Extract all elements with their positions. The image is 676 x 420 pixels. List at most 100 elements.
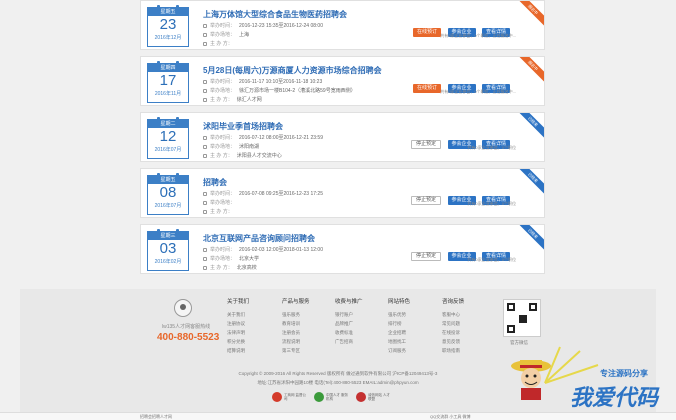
location-icon <box>203 256 207 261</box>
trust-badge[interactable]: 中国人才 服务机构 <box>314 391 350 403</box>
calendar-date-icon: 星期五 23 2016年12月 <box>147 5 189 47</box>
fair-day: 03 <box>159 240 177 257</box>
fair-title-link[interactable]: 5月28日(每周六)万源商厦人力资源市场综合招聘会 <box>203 65 382 76</box>
fair-venue-row: 举办场地： <box>203 199 239 206</box>
fair-organizer: 徐汇人才网 <box>236 97 262 103</box>
fair-organizer-row: 主 办 方： 徐汇人才网 <box>203 96 262 103</box>
calendar-date-icon: 星期三 03 2016年02月 <box>147 229 189 271</box>
footer-link[interactable]: 注册协议 <box>227 319 249 328</box>
footer-column: 关于我们 关于我们 注册协议 法律声明 积分兑换 结算说明 <box>227 297 249 355</box>
time-label: 举办时间： <box>210 135 236 141</box>
fair-time: 2016-12-23 15:35至2016-12-24 08:00 <box>239 23 323 29</box>
footer-link[interactable]: 银行账户 <box>335 310 363 319</box>
fair-day: 23 <box>159 16 177 33</box>
bottom-bar-right[interactable]: QQ交流群 小工具 微博 <box>430 414 470 420</box>
fair-summary: 共有0家企业参会，0个职位 <box>467 201 516 206</box>
footer-link[interactable]: 关于我们 <box>227 310 249 319</box>
clock-icon <box>203 135 207 140</box>
time-label: 举办时间： <box>210 23 236 29</box>
trust-badge[interactable]: 工商网 监督公司 <box>272 391 308 403</box>
clock-icon <box>203 23 207 28</box>
trust-badge[interactable]: 诚信网站 人才联盟 <box>356 391 392 403</box>
organizer-icon <box>203 41 207 46</box>
clock-icon <box>203 79 207 84</box>
book-button[interactable]: 停止预定 <box>411 252 442 261</box>
footer-link[interactable]: 排行榜 <box>388 319 410 328</box>
footer-link[interactable]: 结算说明 <box>227 346 249 355</box>
fair-title-link[interactable]: 沭阳毕业季首场招聘会 <box>203 121 283 132</box>
hotline-number[interactable]: 400-880-5523 <box>157 332 219 343</box>
footer-link[interactable]: 意见反馈 <box>442 337 464 346</box>
fair-title-link[interactable]: 招聘会 <box>203 177 227 188</box>
fair-venue-row: 举办场地： 沭阳南湖 <box>203 143 259 150</box>
footer-link[interactable]: 广告招商 <box>335 337 363 346</box>
job-fair-card: 星期三 03 2016年02月 北京互联网产品咨询顾问招聘会 举办时间： 2016… <box>140 224 545 274</box>
organizer-label: 主 办 方： <box>210 265 233 271</box>
fair-venue-row: 举办场地： 北京大学 <box>203 255 259 262</box>
footer-link[interactable]: 流程说明 <box>282 337 310 346</box>
venue-label: 举办场地： <box>210 256 236 262</box>
footer-link[interactable]: 职场指南 <box>442 346 464 355</box>
book-button[interactable]: 在线预订 <box>413 84 442 93</box>
footer-link[interactable]: 常见问题 <box>442 319 464 328</box>
fair-time-row: 举办时间： 2016-02-03 12:00至2018-01-13 12:00 <box>203 246 323 253</box>
fair-organizer-row: 主 办 方： <box>203 40 237 47</box>
fair-venue-row: 举办场地： 徐汇万源市场一楼B104-2（漕溪北路59号宽雨西侧） <box>203 87 356 94</box>
book-button[interactable]: 停止预定 <box>411 140 442 149</box>
location-icon <box>203 144 207 149</box>
book-button[interactable]: 停止预定 <box>411 196 442 205</box>
badge-emblem-icon <box>272 392 282 402</box>
book-button[interactable]: 在线预订 <box>413 28 442 37</box>
fair-day: 12 <box>159 128 177 145</box>
footer-column: 收费与推广 银行账户 品牌推广 收费标准 广告招商 <box>335 297 363 346</box>
bottom-bar-left[interactable]: 招聘会招聘人才网 <box>140 414 172 420</box>
fair-weekday: 星期三 <box>148 232 188 240</box>
job-fair-card: 星期二 12 2016年07月 沭阳毕业季首场招聘会 举办时间： 2016-07-… <box>140 112 545 162</box>
footer-column: 网站特色 强乐优势 排行榜 企业招聘 地图找工 订阅服务 <box>388 297 410 355</box>
footer-link[interactable]: 地图找工 <box>388 337 410 346</box>
footer-link[interactable]: 第三专区 <box>282 346 310 355</box>
fair-time-row: 举办时间： 2016-07-12 08:00至2016-12-21 23:59 <box>203 134 323 141</box>
footer-link[interactable]: 教育培训 <box>282 319 310 328</box>
footer-link[interactable]: 注册会员 <box>282 328 310 337</box>
footer-link[interactable]: 积分兑换 <box>227 337 249 346</box>
organizer-icon <box>203 153 207 158</box>
footer-link[interactable]: 品牌推广 <box>335 319 363 328</box>
footer-link[interactable]: 强乐优势 <box>388 310 410 319</box>
footer-link[interactable]: 在线投诉 <box>442 328 464 337</box>
job-fair-list: 星期五 23 2016年12月 上海万体馆大型综合食品生物医药招聘会 举办时间：… <box>140 0 545 280</box>
footer-column-title: 关于我们 <box>227 299 250 305</box>
venue-label: 举办场地： <box>210 200 236 206</box>
organizer-label: 主 办 方： <box>210 153 233 159</box>
trust-badges: 工商网 监督公司 中国人才 服务机构 诚信网站 人才联盟 <box>272 390 398 408</box>
venue-label: 举办场地： <box>210 88 236 94</box>
fair-title-link[interactable]: 上海万体馆大型综合食品生物医药招聘会 <box>203 9 347 20</box>
footer-link[interactable]: 企业招聘 <box>388 328 410 337</box>
mascot-icon <box>511 360 551 400</box>
organizer-label: 主 办 方： <box>210 97 233 103</box>
fair-year-month: 2016年12月 <box>154 35 182 41</box>
fair-title-link[interactable]: 北京互联网产品咨询顾问招聘会 <box>203 233 315 244</box>
badge-text: 工商网 监督公司 <box>284 393 306 401</box>
fair-summary: 共有0家企业参会，0个职位，正在报名中... <box>440 89 516 94</box>
fair-organizer: 北京高校 <box>236 265 257 271</box>
organizer-label: 主 办 方： <box>210 209 233 215</box>
badge-text: 诚信网站 人才联盟 <box>368 393 390 401</box>
footer-link[interactable]: 客服中心 <box>442 310 464 319</box>
footer-link[interactable]: 收费标准 <box>335 328 363 337</box>
fair-day: 17 <box>159 72 177 89</box>
fair-time-row: 举办时间： 2016-12-23 15:35至2016-12-24 08:00 <box>203 22 323 29</box>
fair-weekday: 星期二 <box>148 120 188 128</box>
job-fair-card: 星期五 08 2016年07月 招聘会 举办时间： 2016-07-08 09:2… <box>140 168 545 218</box>
fair-organizer-row: 主 办 方： <box>203 208 237 215</box>
fair-organizer: 沭阳县人才交流中心 <box>236 153 282 159</box>
watermark-slogan: 专注源码分享 <box>600 369 648 378</box>
venue-label: 举办场地： <box>210 32 236 38</box>
badge-emblem-icon <box>314 392 324 402</box>
fair-year-month: 2016年07月 <box>154 147 182 153</box>
footer-link[interactable]: 法律声明 <box>227 328 249 337</box>
footer-link[interactable]: 强乐服务 <box>282 310 310 319</box>
fair-summary: 共有0家企业参会，0个职位 <box>467 145 516 150</box>
footer-link[interactable]: 订阅服务 <box>388 346 410 355</box>
fair-time: 2016-02-03 12:00至2018-01-13 12:00 <box>239 247 323 253</box>
